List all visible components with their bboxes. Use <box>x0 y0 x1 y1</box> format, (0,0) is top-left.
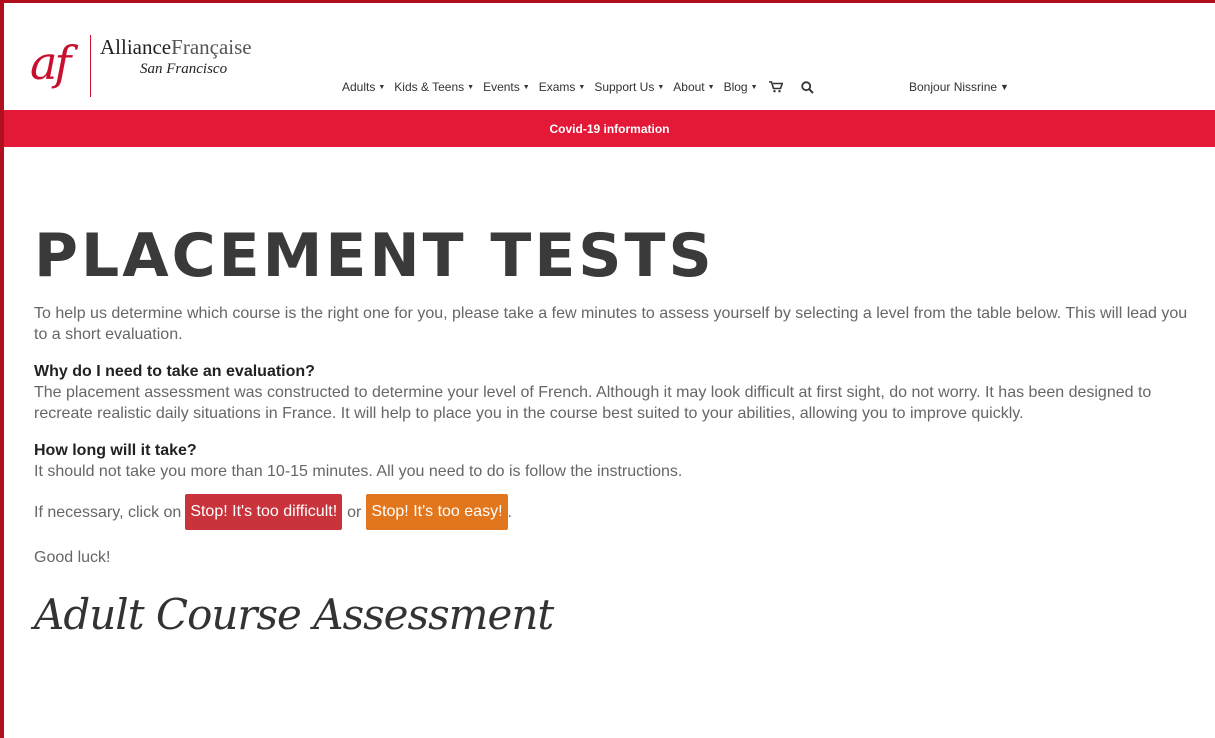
caret-down-icon: ▼ <box>378 83 386 91</box>
logo-mark: af <box>30 36 71 90</box>
search-icon[interactable] <box>800 80 814 94</box>
faq-duration-heading: How long will it take? <box>34 442 197 459</box>
caret-down-icon: ▼ <box>657 83 665 91</box>
main-content: PLACEMENT TESTS To help us determine whi… <box>34 210 1194 639</box>
stop-instructions: If necessary, click on Stop! It's too di… <box>34 494 1194 530</box>
logo-divider <box>90 35 91 97</box>
nav-label: About <box>673 80 705 94</box>
chevron-down-icon: ▼ <box>1000 82 1009 92</box>
nav-label: Blog <box>723 80 748 94</box>
good-luck-text: Good luck! <box>34 549 111 566</box>
nav-label: Exams <box>538 80 576 94</box>
caret-down-icon: ▼ <box>522 83 530 91</box>
nav-label: Adults <box>342 80 376 94</box>
nav-item-about[interactable]: About ▼ <box>673 80 714 94</box>
caret-down-icon: ▼ <box>578 83 586 91</box>
faq-evaluation-text: The placement assessment was constructed… <box>34 384 1152 422</box>
nav-item-support-us[interactable]: Support Us ▼ <box>594 80 664 94</box>
nav-label: Support Us <box>594 80 655 94</box>
logo-name-bold: Alliance <box>100 35 172 59</box>
logo-name: AllianceFrançaise <box>100 35 252 60</box>
nav-label: Events <box>483 80 520 94</box>
or-text: or <box>347 503 362 521</box>
nav-item-exams[interactable]: Exams ▼ <box>539 80 586 94</box>
faq-evaluation-heading: Why do I need to take an evaluation? <box>34 363 315 380</box>
site-header: af AllianceFrançaise San Francisco Adult… <box>4 3 1215 110</box>
caret-down-icon: ▼ <box>750 83 758 91</box>
nav-item-adults[interactable]: Adults ▼ <box>342 80 385 94</box>
too-easy-button[interactable]: Stop! It's too easy! <box>366 494 508 530</box>
nav-item-events[interactable]: Events ▼ <box>483 80 530 94</box>
logo-city: San Francisco <box>140 61 228 77</box>
user-greeting: Bonjour Nissrine <box>909 80 998 94</box>
alliance-francaise-logo[interactable]: af AllianceFrançaise San Francisco <box>30 33 290 103</box>
faq-duration-text: It should not take you more than 10-15 m… <box>34 463 683 480</box>
nav-label: Kids & Teens <box>394 80 465 94</box>
user-menu[interactable]: Bonjour Nissrine ▼ <box>909 76 1009 98</box>
covid-info-link[interactable]: Covid-19 information <box>549 122 669 136</box>
intro-text: To help us determine which course is the… <box>34 305 1188 343</box>
covid-banner: Covid-19 information <box>4 110 1215 147</box>
caret-down-icon: ▼ <box>467 83 475 91</box>
section-subtitle: Adult Course Assessment <box>34 590 554 639</box>
main-nav: Adults ▼ Kids & Teens ▼ Events ▼ Exams ▼ Sup… <box>342 76 830 98</box>
too-difficult-button[interactable]: Stop! It's too difficult! <box>185 494 343 530</box>
nav-item-kids-teens[interactable]: Kids & Teens ▼ <box>394 80 474 94</box>
stop-instructions-prefix: If necessary, click on <box>34 503 182 521</box>
cart-icon[interactable] <box>768 81 783 93</box>
logo-name-light: Française <box>171 35 252 59</box>
page-title: PLACEMENT TESTS <box>34 221 715 291</box>
stop-instructions-suffix: . <box>507 503 512 521</box>
nav-item-blog[interactable]: Blog ▼ <box>724 80 758 94</box>
caret-down-icon: ▼ <box>707 83 715 91</box>
